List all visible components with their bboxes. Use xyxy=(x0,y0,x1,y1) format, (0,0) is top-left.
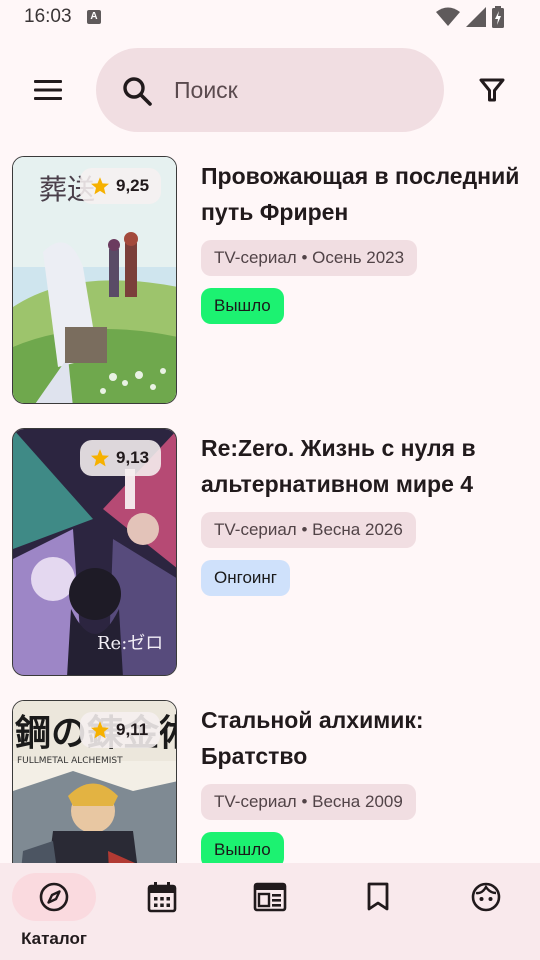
nav-item-profile[interactable] xyxy=(442,873,540,953)
filter-button[interactable] xyxy=(470,68,514,112)
status-chip: Онгоинг xyxy=(201,560,290,596)
battery-icon xyxy=(492,6,504,28)
nav-item-bookmarks[interactable] xyxy=(334,873,434,953)
rating-badge: 9,13 xyxy=(80,440,162,476)
filter-icon xyxy=(479,78,505,102)
rating-value: 9,25 xyxy=(116,176,150,195)
nav-active-indicator xyxy=(12,873,96,921)
nav-item-catalog[interactable]: Каталог xyxy=(10,873,110,953)
top-app-bar xyxy=(0,48,540,132)
status-bar: 16:03 A xyxy=(0,0,540,34)
svg-text:FULLMETAL ALCHEMIST: FULLMETAL ALCHEMIST xyxy=(17,756,123,766)
compass-icon xyxy=(39,882,69,912)
star-icon xyxy=(91,177,109,195)
rating-badge: 9,25 xyxy=(80,168,162,204)
wifi-icon xyxy=(436,7,460,26)
status-chip: Вышло xyxy=(201,832,284,863)
menu-icon xyxy=(34,80,62,100)
rating-badge: 9,11 xyxy=(80,712,161,748)
search-icon xyxy=(123,77,152,106)
profile-icon xyxy=(471,882,501,912)
news-icon xyxy=(253,882,287,912)
meta-chip: TV-сериал • Весна 2009 xyxy=(201,784,416,820)
item-title: Re:Zero. Жизнь с нуля в альтернативном м… xyxy=(201,435,476,497)
list-item[interactable]: 鋼の錬金術師 FULLMETAL ALCHEMIST 9,11 Стальной… xyxy=(0,700,540,863)
star-icon xyxy=(91,449,109,467)
meta-chip: TV-сериал • Осень 2023 xyxy=(201,240,418,276)
rating-value: 9,11 xyxy=(116,720,149,739)
status-chip: Вышло xyxy=(201,288,284,324)
search-bar[interactable] xyxy=(96,48,444,132)
notification-icon: A xyxy=(87,10,101,24)
svg-text:Re:ゼロ: Re:ゼロ xyxy=(97,633,163,654)
signal-icon xyxy=(466,7,486,27)
rating-value: 9,13 xyxy=(116,448,150,467)
item-title: Провожающая в последний путь Фрирен xyxy=(201,163,520,225)
nav-item-calendar[interactable] xyxy=(118,873,218,953)
nav-item-news[interactable] xyxy=(226,873,326,953)
nav-label-catalog: Каталог xyxy=(21,929,87,948)
calendar-icon xyxy=(147,882,177,913)
star-icon xyxy=(91,721,109,739)
bookmark-icon xyxy=(367,882,389,911)
bottom-navigation: Каталог xyxy=(0,863,540,960)
item-title: Стальной алхимик: Братство xyxy=(201,707,424,769)
list-item[interactable]: Re:ゼロ 9,13 Re:Zero. Жизнь с нуля в альте… xyxy=(0,428,540,676)
anime-list: 葬送 9,25 Провожающая в последний путь Фри… xyxy=(0,156,540,863)
menu-button[interactable] xyxy=(26,68,70,112)
status-time: 16:03 xyxy=(24,6,72,27)
meta-chip: TV-сериал • Весна 2026 xyxy=(201,512,416,548)
search-input[interactable] xyxy=(174,74,414,106)
status-icons xyxy=(436,6,504,28)
list-item[interactable]: 葬送 9,25 Провожающая в последний путь Фри… xyxy=(0,156,540,404)
